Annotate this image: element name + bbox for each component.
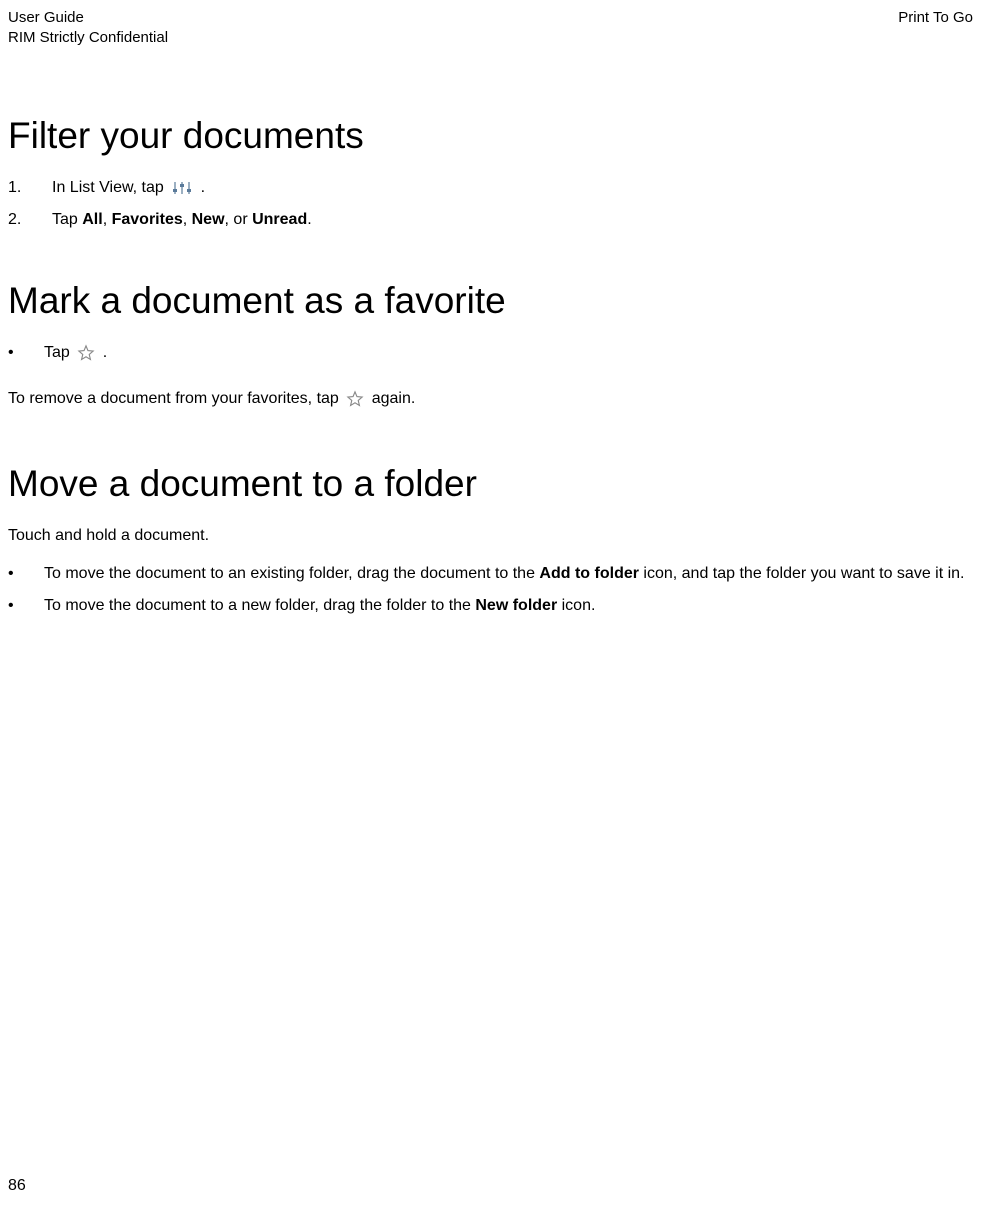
star-outline-icon	[77, 344, 95, 362]
header-user-guide: User Guide	[8, 8, 168, 28]
step-1-post: .	[201, 179, 205, 196]
heading-move-document: Move a document to a folder	[8, 463, 973, 505]
bullet-marker: •	[8, 342, 44, 364]
heading-filter-documents: Filter your documents	[8, 115, 973, 157]
step-1-pre: In List View, tap	[52, 179, 168, 196]
page-header: User Guide RIM Strictly Confidential Pri…	[0, 8, 981, 47]
step-1-marker: 1.	[8, 177, 52, 199]
step-2-t3: , or	[225, 211, 253, 228]
bullet-marker: •	[8, 563, 44, 585]
step-2: 2. Tap All, Favorites, New, or Unread.	[8, 209, 973, 231]
step-2-text: Tap All, Favorites, New, or Unread.	[52, 209, 312, 231]
step-2-unread: Unread	[252, 211, 307, 228]
move-b2-bold: New folder	[475, 597, 557, 614]
move-bullet-1-text: To move the document to an existing fold…	[44, 563, 973, 585]
remove-favorite-post: again.	[372, 390, 416, 407]
move-bullet-2-text: To move the document to a new folder, dr…	[44, 595, 973, 617]
favorite-bullet: • Tap .	[8, 342, 973, 364]
move-b1-t2: icon, and tap the folder you want to sav…	[639, 565, 965, 582]
step-2-favorites: Favorites	[112, 211, 183, 228]
remove-favorite-para: To remove a document from your favorites…	[8, 388, 973, 410]
step-2-pre: Tap	[52, 211, 82, 228]
move-b2-t1: To move the document to a new folder, dr…	[44, 597, 475, 614]
page-number: 86	[8, 1177, 26, 1195]
move-b1-t1: To move the document to an existing fold…	[44, 565, 539, 582]
favorite-bullet-post: .	[103, 344, 107, 361]
favorite-bullet-text: Tap .	[44, 342, 973, 364]
move-bullet-1: • To move the document to an existing fo…	[8, 563, 973, 585]
step-2-marker: 2.	[8, 209, 52, 231]
step-2-t4: .	[307, 211, 311, 228]
move-intro: Touch and hold a document.	[8, 525, 973, 547]
step-2-all: All	[82, 211, 102, 228]
main-content: Filter your documents 1. In List View, t…	[0, 115, 981, 618]
move-b2-t2: icon.	[557, 597, 595, 614]
step-2-t2: ,	[183, 211, 192, 228]
filter-sliders-icon	[171, 180, 193, 196]
step-1-text: In List View, tap .	[52, 177, 205, 199]
move-bullet-2: • To move the document to a new folder, …	[8, 595, 973, 617]
header-confidential: RIM Strictly Confidential	[8, 28, 168, 48]
header-right: Print To Go	[898, 8, 973, 47]
step-2-new: New	[192, 211, 225, 228]
star-outline-icon	[346, 390, 364, 408]
favorite-bullet-pre: Tap	[44, 344, 74, 361]
step-1: 1. In List View, tap .	[8, 177, 973, 199]
bullet-marker: •	[8, 595, 44, 617]
heading-mark-favorite: Mark a document as a favorite	[8, 280, 973, 322]
move-b1-bold: Add to folder	[539, 565, 639, 582]
step-2-t1: ,	[103, 211, 112, 228]
header-left: User Guide RIM Strictly Confidential	[8, 8, 168, 47]
remove-favorite-pre: To remove a document from your favorites…	[8, 390, 343, 407]
